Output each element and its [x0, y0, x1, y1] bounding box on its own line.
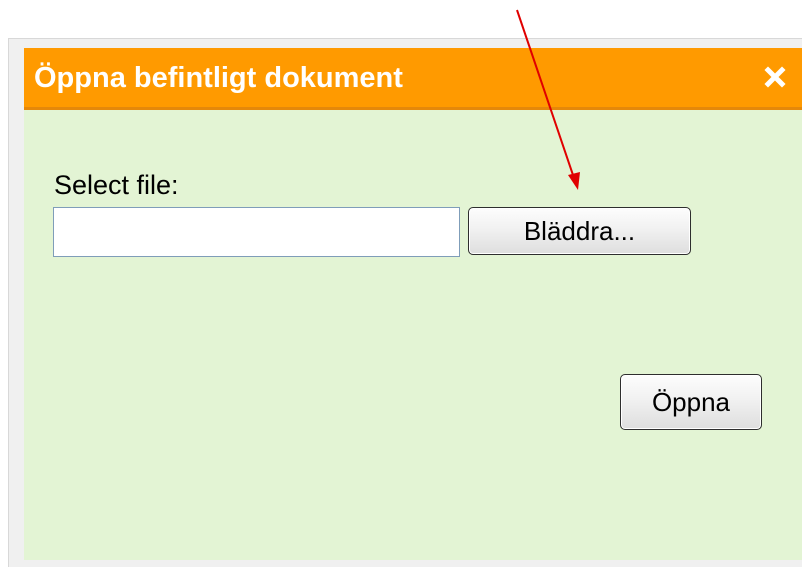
select-file-label: Select file: [54, 170, 179, 200]
open-document-dialog: Öppna befintligt dokument Select file: B… [24, 48, 802, 560]
browse-button[interactable]: Bläddra... [468, 207, 691, 255]
dialog-titlebar: Öppna befintligt dokument [24, 48, 802, 110]
close-icon [764, 66, 786, 88]
close-button[interactable] [758, 60, 792, 94]
file-path-input[interactable] [53, 207, 460, 257]
dialog-title: Öppna befintligt dokument [34, 62, 403, 94]
open-button[interactable]: Öppna [620, 374, 762, 430]
